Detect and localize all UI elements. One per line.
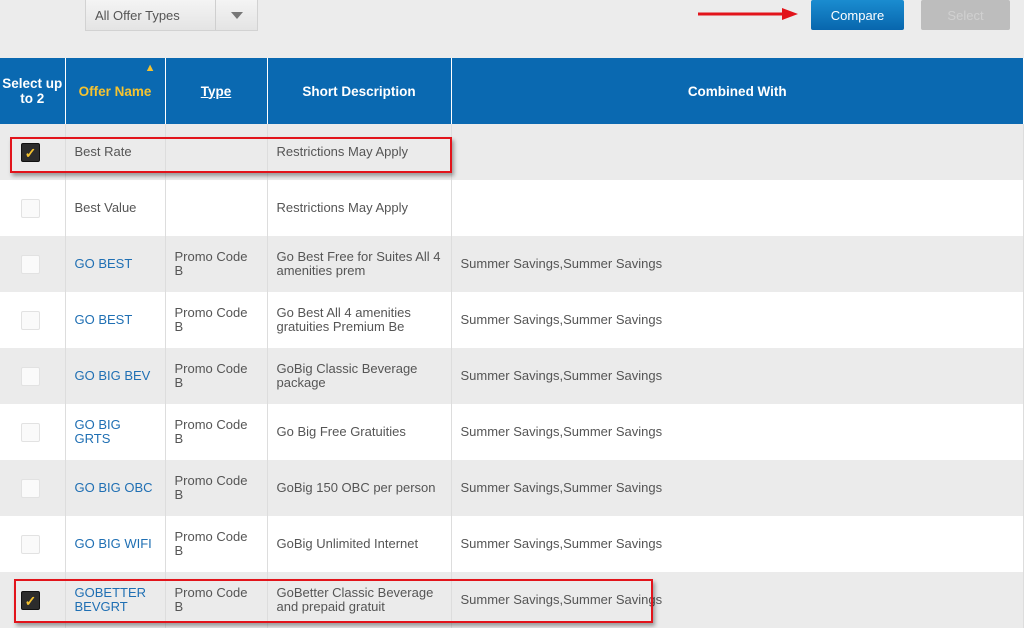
offer-type-selected: All Offer Types — [95, 8, 180, 23]
offer-combined-with — [451, 124, 1024, 180]
offer-description: Go Big Free Gratuities — [267, 404, 452, 460]
offer-name: Best Value — [74, 200, 137, 215]
offer-description: GoBig Unlimited Internet — [267, 516, 452, 572]
offer-combined-with: Summer Savings,Summer Savings — [451, 460, 1024, 516]
table-row: Best Value Restrictions May Apply — [0, 180, 1024, 236]
offer-type: Promo Code B — [165, 236, 268, 292]
select-checkbox[interactable] — [21, 198, 40, 218]
offer-combined-with: Summer Savings,Summer Savings — [451, 292, 1024, 348]
offer-name-link[interactable]: GO BEST — [75, 312, 133, 327]
header-combined-with: Combined With — [451, 58, 1024, 124]
offer-name-link[interactable]: GO BEST — [75, 256, 133, 271]
header-select: Select up to 2 — [0, 58, 66, 124]
table-row: GO BEST Promo Code B Go Best Free for Su… — [0, 236, 1024, 292]
select-checkbox[interactable] — [21, 422, 40, 442]
red-arrow-annotation-icon — [698, 8, 798, 20]
offer-combined-with: Summer Savings,Summer Savings — [451, 348, 1024, 404]
offer-description: Restrictions May Apply — [267, 180, 452, 236]
table-row: GO BIG WIFI Promo Code B GoBig Unlimited… — [0, 516, 1024, 572]
offer-type — [165, 180, 268, 236]
select-checkbox[interactable] — [21, 534, 40, 554]
offer-type: Promo Code B — [165, 292, 268, 348]
header-offer-name[interactable]: ▲ Offer Name — [65, 58, 166, 124]
highlight-box — [14, 579, 653, 623]
offer-type: Promo Code B — [165, 460, 268, 516]
offer-description: GoBig Classic Beverage package — [267, 348, 452, 404]
header-type[interactable]: Type — [165, 58, 268, 124]
offer-name-link[interactable]: GO BIG BEV — [75, 368, 151, 383]
chevron-down-icon[interactable] — [215, 0, 257, 30]
offer-type-dropdown[interactable]: All Offer Types — [85, 0, 258, 31]
offer-type: Promo Code B — [165, 348, 268, 404]
offer-name-link[interactable]: GO BIG OBC — [75, 480, 153, 495]
table-row: GO BIG BEV Promo Code B GoBig Classic Be… — [0, 348, 1024, 404]
offer-type: Promo Code B — [165, 516, 268, 572]
offer-name-link[interactable]: GO BIG GRTS — [75, 417, 121, 446]
offer-name-link[interactable]: GO BIG WIFI — [75, 536, 152, 551]
select-checkbox[interactable] — [21, 366, 40, 386]
header-short-description: Short Description — [267, 58, 452, 124]
offer-description: Go Best All 4 amenities gratuities Premi… — [267, 292, 452, 348]
select-button[interactable]: Select — [921, 0, 1010, 30]
offer-combined-with: Summer Savings,Summer Savings — [451, 404, 1024, 460]
select-checkbox[interactable] — [21, 310, 40, 330]
compare-button[interactable]: Compare — [811, 0, 904, 30]
highlight-box — [10, 137, 452, 173]
select-checkbox[interactable] — [21, 254, 40, 274]
offer-combined-with — [451, 180, 1024, 236]
table-row: GO BIG OBC Promo Code B GoBig 150 OBC pe… — [0, 460, 1024, 516]
sort-asc-icon: ▲ — [144, 62, 156, 74]
table-row: GO BIG GRTS Promo Code B Go Big Free Gra… — [0, 404, 1024, 460]
offer-combined-with: Summer Savings,Summer Savings — [451, 236, 1024, 292]
table-row: GO BEST Promo Code B Go Best All 4 ameni… — [0, 292, 1024, 348]
offer-combined-with: Summer Savings,Summer Savings — [451, 516, 1024, 572]
offer-type: Promo Code B — [165, 404, 268, 460]
select-checkbox[interactable] — [21, 478, 40, 498]
offer-description: GoBig 150 OBC per person — [267, 460, 452, 516]
offer-description: Go Best Free for Suites All 4 amenities … — [267, 236, 452, 292]
